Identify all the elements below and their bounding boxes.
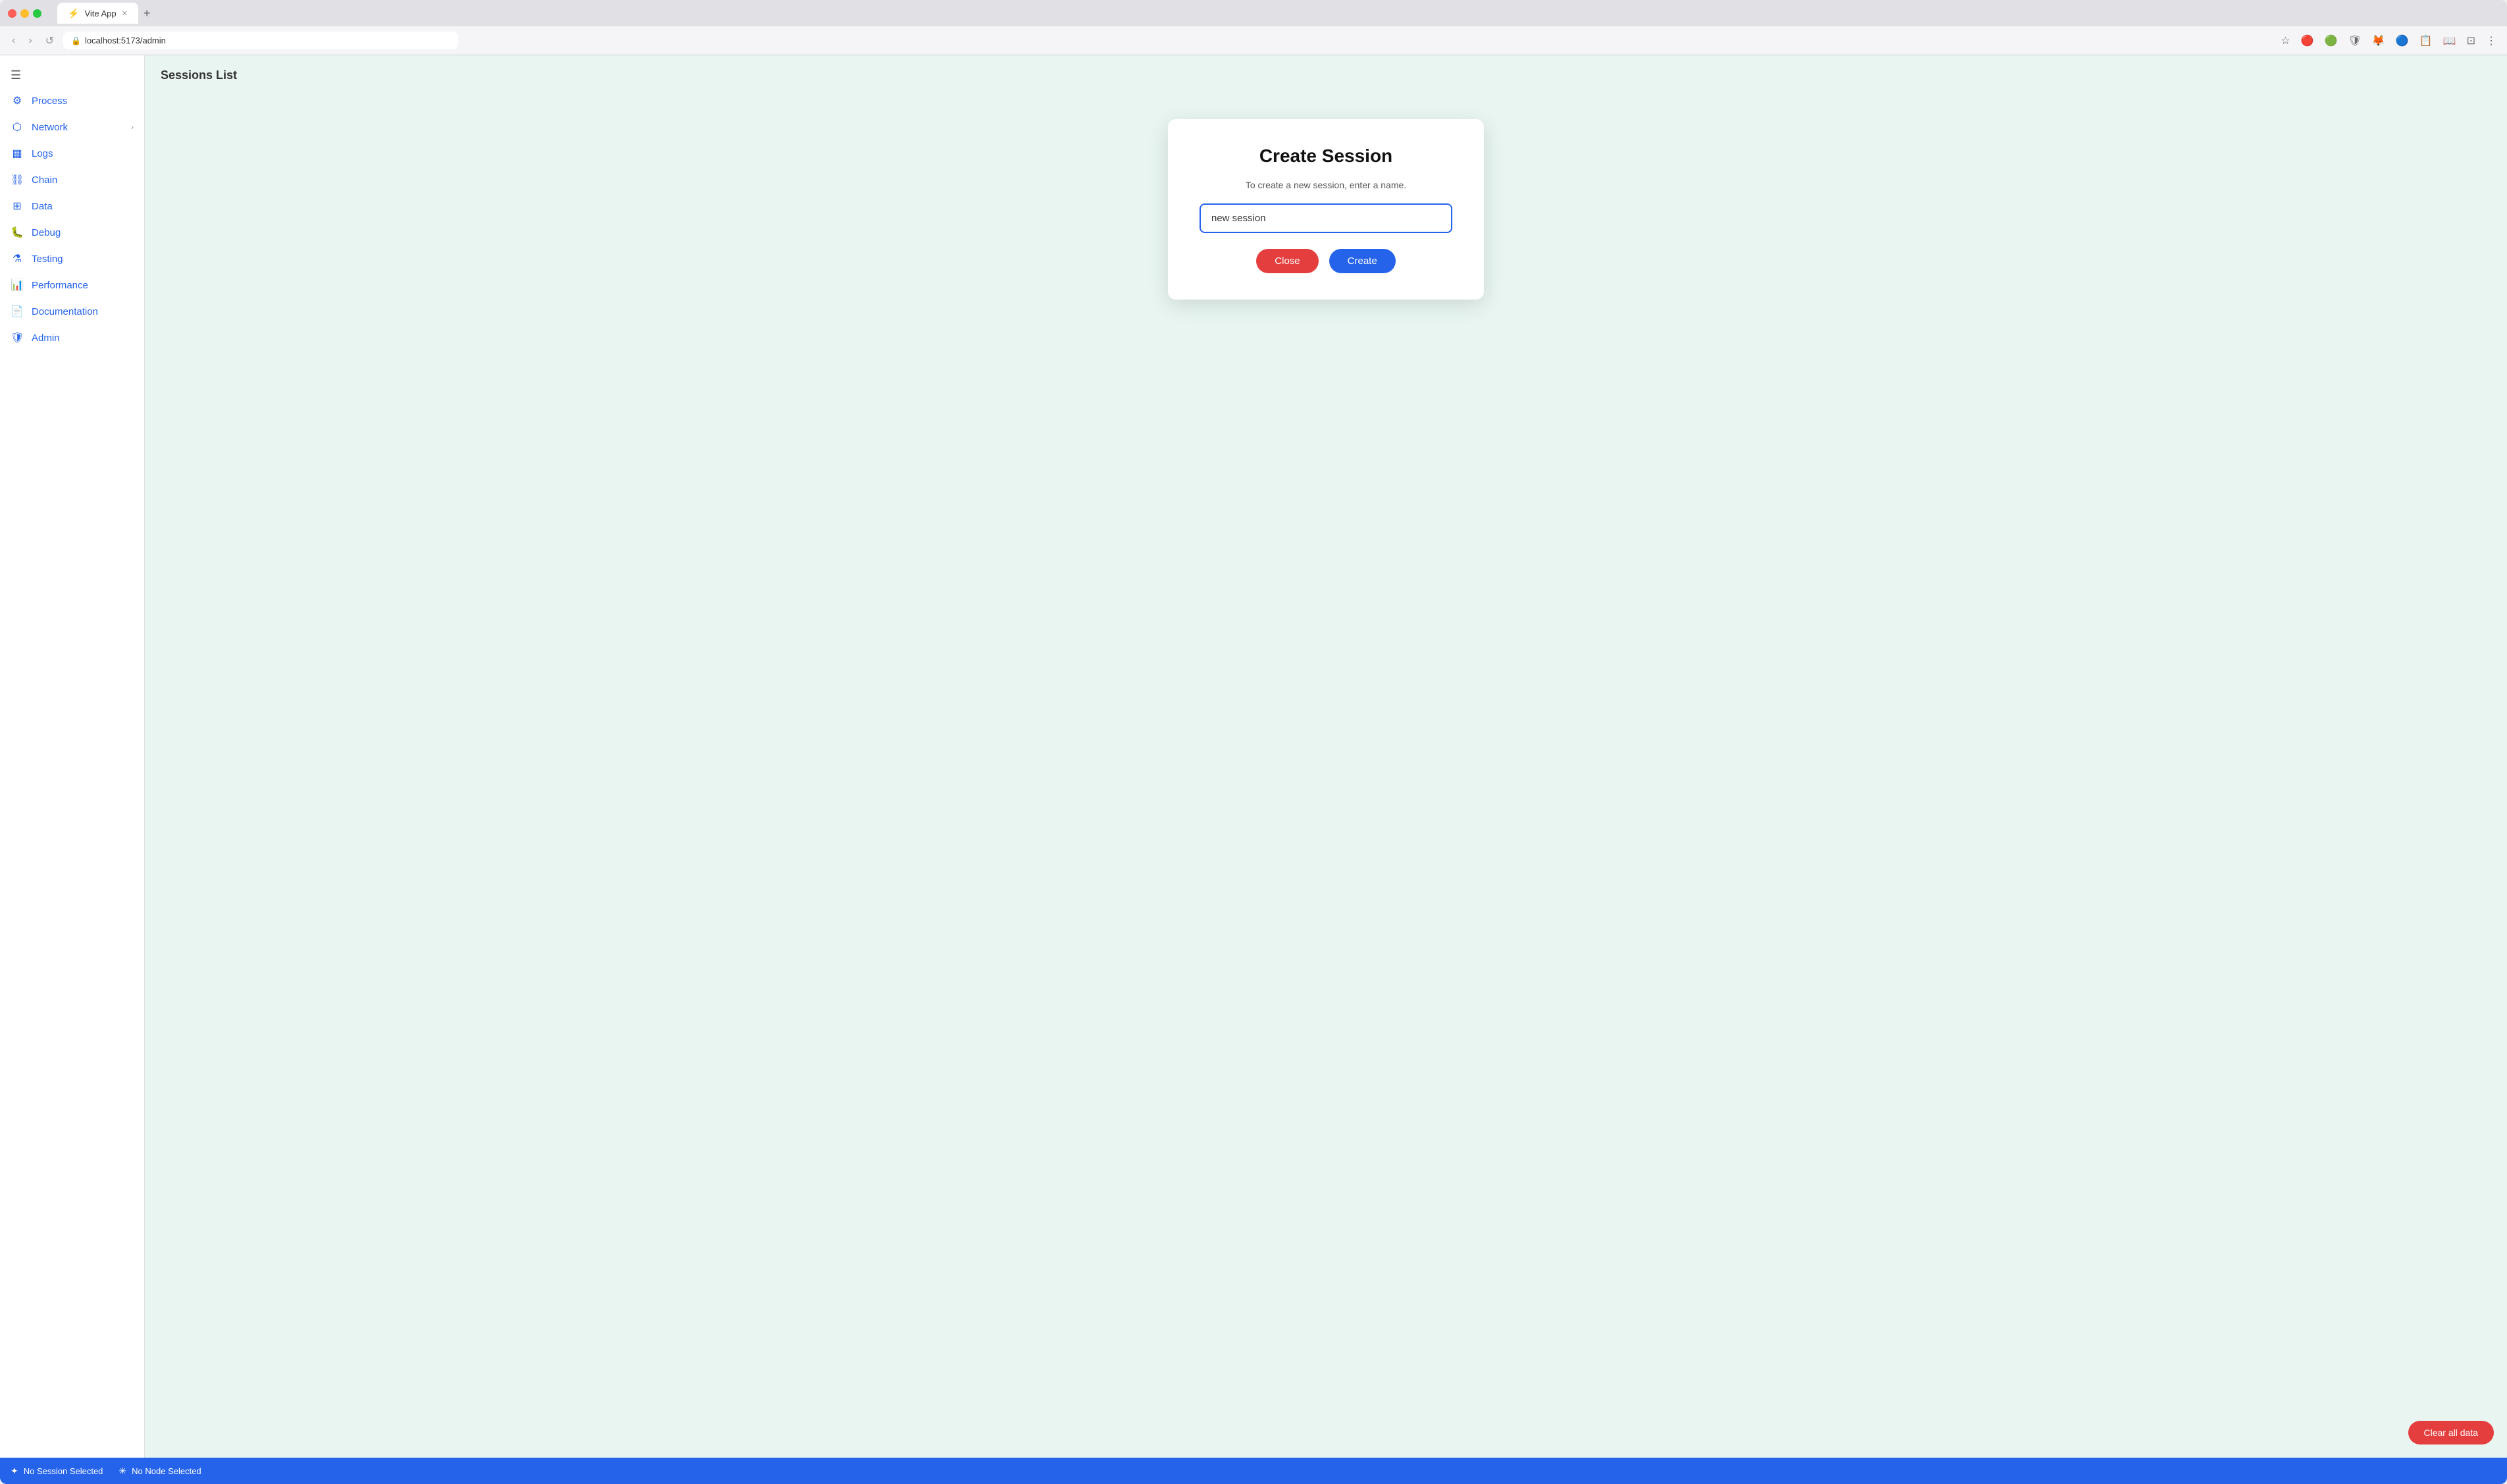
sidebar-item-admin[interactable]: 🛡 Admin [0, 325, 144, 351]
sidebar-item-logs-label: Logs [32, 148, 53, 159]
data-icon: ⊞ [11, 199, 24, 213]
sidebar-item-debug-label: Debug [32, 227, 61, 238]
session-name-input[interactable] [1200, 203, 1452, 233]
admin-icon: 🛡 [11, 331, 24, 344]
sidebar-item-data[interactable]: ⊞ Data [0, 193, 144, 219]
clear-all-data-button[interactable]: Clear all data [2408, 1421, 2494, 1444]
bookmark-icon[interactable]: ☆ [2278, 33, 2292, 49]
extension-icon-3[interactable]: 🛡 [2346, 33, 2364, 49]
extension-icon-6[interactable]: 📋 [2417, 33, 2435, 49]
extension-icon-4[interactable]: 🦊 [2369, 33, 2388, 49]
sidebar-item-performance-label: Performance [32, 280, 88, 291]
sidebar-item-debug[interactable]: 🐛 Debug [0, 219, 144, 246]
sidebar-item-process[interactable]: ⚙ Process [0, 88, 144, 114]
page-title: Sessions List [145, 55, 2507, 93]
testing-icon: ⚗ [11, 252, 24, 265]
dialog-actions: Close Create [1200, 249, 1452, 273]
active-tab[interactable]: ⚡ Vite App ✕ [57, 3, 138, 24]
browser-toolbar: ‹ › ↺ 🔒 localhost:5173/admin ☆ 🔴 🟢 🛡 🦊 🔵… [0, 26, 2507, 55]
main-body: Create Session To create a new session, … [145, 93, 2507, 1458]
minimize-window-button[interactable] [20, 9, 29, 18]
sidebar-item-testing-label: Testing [32, 253, 63, 265]
sidebar-item-performance[interactable]: 📊 Performance [0, 272, 144, 298]
browser-titlebar: ⚡ Vite App ✕ + [0, 0, 2507, 26]
sidebar-item-process-label: Process [32, 95, 67, 107]
back-button[interactable]: ‹ [8, 32, 19, 49]
address-bar[interactable]: 🔒 localhost:5173/admin [63, 32, 458, 49]
sidebar-item-documentation-label: Documentation [32, 306, 98, 317]
sidebar-item-logs[interactable]: ▦ Logs [0, 140, 144, 167]
clear-all-data-container: Clear all data [2408, 1421, 2494, 1444]
sidebar-item-testing[interactable]: ⚗ Testing [0, 246, 144, 272]
sidebar-item-chain-label: Chain [32, 174, 57, 186]
new-tab-button[interactable]: + [141, 4, 153, 23]
traffic-lights [8, 9, 41, 18]
sidebar-item-network[interactable]: ⬡ Network › [0, 114, 144, 140]
sidebar-menu-button[interactable]: ☰ [0, 63, 144, 88]
debug-icon: 🐛 [11, 226, 24, 239]
logs-icon: ▦ [11, 147, 24, 160]
menu-icon[interactable]: ⋮ [2483, 33, 2499, 49]
sidebar-item-chain[interactable]: ⛓ Chain [0, 167, 144, 193]
browser-window: ⚡ Vite App ✕ + ‹ › ↺ 🔒 localhost:5173/ad… [0, 0, 2507, 1484]
dialog-title: Create Session [1200, 146, 1452, 167]
app-container: ☰ ⚙ Process ⬡ Network › ▦ Logs ⛓ Chain ⊞… [0, 55, 2507, 1458]
tab-favicon-icon: ⚡ [68, 8, 79, 19]
extension-icon-2[interactable]: 🟢 [2322, 33, 2340, 49]
main-content: Sessions List Create Session To create a… [145, 55, 2507, 1458]
node-status-icon: ✳ [119, 1466, 126, 1477]
maximize-window-button[interactable] [33, 9, 41, 18]
node-status: ✳ No Node Selected [119, 1466, 201, 1477]
tab-close-button[interactable]: ✕ [122, 9, 128, 18]
reload-button[interactable]: ↺ [41, 32, 58, 50]
chain-icon: ⛓ [11, 173, 24, 186]
sidebar-item-data-label: Data [32, 201, 53, 212]
close-dialog-button[interactable]: Close [1256, 249, 1318, 273]
session-status-label: No Session Selected [24, 1466, 103, 1476]
extension-icon-1[interactable]: 🔴 [2298, 33, 2317, 49]
dialog-overlay: Create Session To create a new session, … [145, 119, 2507, 300]
process-icon: ⚙ [11, 94, 24, 107]
sidebar: ☰ ⚙ Process ⬡ Network › ▦ Logs ⛓ Chain ⊞… [0, 55, 145, 1458]
toolbar-icons: ☆ 🔴 🟢 🛡 🦊 🔵 📋 📖 ⊡ ⋮ [2278, 33, 2499, 49]
sidebar-item-documentation[interactable]: 📄 Documentation [0, 298, 144, 325]
sidebar-item-network-label: Network [32, 122, 68, 133]
dialog-description: To create a new session, enter a name. [1200, 180, 1452, 190]
chevron-right-icon: › [131, 122, 134, 132]
close-window-button[interactable] [8, 9, 16, 18]
extension-icon-5[interactable]: 🔵 [2393, 33, 2412, 49]
sidebar-toggle-icon[interactable]: ⊡ [2464, 33, 2478, 49]
session-status-icon: ✦ [11, 1466, 18, 1477]
session-status: ✦ No Session Selected [11, 1466, 103, 1477]
sidebar-item-admin-label: Admin [32, 332, 60, 344]
reader-mode-icon[interactable]: 📖 [2441, 33, 2459, 49]
tab-bar: ⚡ Vite App ✕ + [57, 3, 153, 24]
create-session-dialog: Create Session To create a new session, … [1168, 119, 1484, 300]
documentation-icon: 📄 [11, 305, 24, 318]
status-bar: ✦ No Session Selected ✳ No Node Selected [0, 1458, 2507, 1484]
tab-title: Vite App [84, 9, 116, 18]
lock-icon: 🔒 [71, 36, 81, 45]
create-session-button[interactable]: Create [1329, 249, 1396, 273]
performance-icon: 📊 [11, 278, 24, 292]
node-status-label: No Node Selected [132, 1466, 201, 1476]
forward-button[interactable]: › [24, 32, 36, 49]
network-icon: ⬡ [11, 120, 24, 134]
address-text: localhost:5173/admin [85, 36, 166, 45]
